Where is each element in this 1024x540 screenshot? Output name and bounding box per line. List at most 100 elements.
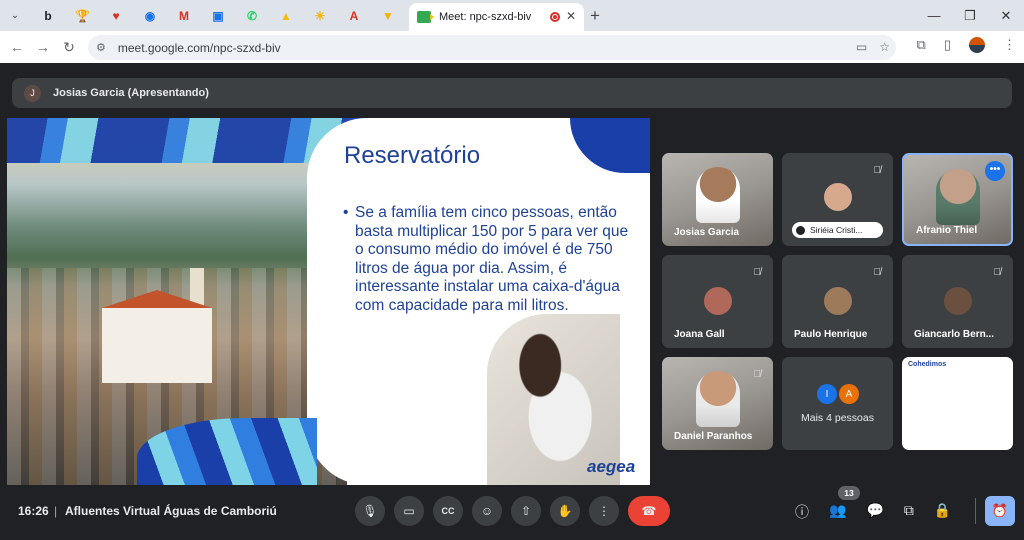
- slide-title: Reservatório: [344, 142, 481, 169]
- mic-off-icon: 🎙̸: [873, 165, 882, 176]
- pinned-tab[interactable]: ♥: [99, 0, 133, 31]
- pinned-tabs: b 🏆 ♥ ◉ M ▣ ✆ ▲ ☀ A ▼: [31, 0, 405, 31]
- more-options-button[interactable]: ⋮: [589, 496, 619, 526]
- participant-tile[interactable]: Cohedimos Alex Schwabe: [902, 357, 1013, 450]
- chat-icon[interactable]: 💬: [866, 502, 883, 522]
- participant-name: Paulo Henrique: [794, 329, 868, 340]
- mic-off-icon: 🎙̸: [993, 267, 1002, 278]
- microphone-button[interactable]: 🎙: [355, 496, 385, 526]
- menu-icon[interactable]: ⋮: [1003, 37, 1016, 53]
- bookmark-icon: ▼: [382, 8, 394, 23]
- close-tab-icon[interactable]: ✕: [566, 9, 576, 23]
- participant-name: Afranio Thiel: [916, 225, 978, 236]
- maximize-button[interactable]: ❐: [952, 0, 988, 31]
- extensions-icon[interactable]: ⧉: [917, 37, 926, 53]
- meeting-details-icon[interactable]: ⓘ: [795, 502, 809, 522]
- presenter-bar: J Josias Garcia (Apresentando): [12, 78, 1012, 108]
- pinned-tab[interactable]: M: [167, 0, 201, 31]
- more-vert-icon: ⋮: [598, 504, 610, 518]
- pinned-tab[interactable]: ✆: [235, 0, 269, 31]
- participant-count-badge: 13: [838, 486, 860, 500]
- audio-indicator-icon: [796, 225, 805, 235]
- window-controls: — ❐ ✕: [916, 0, 1024, 31]
- mic-off-icon: 🎙̸: [753, 267, 762, 278]
- bookmark-star-icon[interactable]: ☆: [879, 40, 890, 54]
- whatsapp-icon: ✆: [246, 8, 258, 23]
- camera-button[interactable]: ▭: [394, 496, 424, 526]
- meeting-name: Afluentes Virtual Águas de Camboriú: [65, 504, 277, 518]
- forward-button[interactable]: →: [30, 39, 56, 55]
- activities-icon[interactable]: ⧉: [904, 502, 914, 522]
- globe-icon: ◉: [144, 8, 156, 23]
- adobe-icon: A: [349, 8, 359, 23]
- reload-button[interactable]: ↻: [56, 39, 82, 56]
- participant-tile[interactable]: 🎙̸ Daniel Paranhos: [662, 357, 773, 450]
- profile-avatar[interactable]: [969, 37, 985, 53]
- captions-button[interactable]: CC: [433, 496, 463, 526]
- more-options-icon[interactable]: •••: [985, 161, 1005, 181]
- participant-video: [695, 167, 740, 223]
- pinned-tab[interactable]: ◉: [133, 0, 167, 31]
- pinned-tab[interactable]: b: [31, 0, 65, 31]
- new-tab-button[interactable]: +: [590, 6, 600, 26]
- heart-icon: ♥: [112, 8, 120, 23]
- aegea-logo: aegea: [587, 457, 636, 476]
- reactions-button[interactable]: ☺: [472, 496, 502, 526]
- host-controls-icon[interactable]: 🔒: [934, 502, 951, 522]
- divider: [975, 498, 976, 524]
- avatar: I: [817, 384, 837, 404]
- participant-name: Giancarlo Bern...: [914, 329, 995, 340]
- church: [102, 290, 212, 383]
- people-icon[interactable]: 👥: [829, 502, 846, 522]
- participant-tile[interactable]: 🎙̸ Siriéia Cristi...: [782, 153, 893, 246]
- participant-tile[interactable]: 🎙̸ Joana Gall: [662, 255, 773, 348]
- leave-call-button[interactable]: ☎: [628, 496, 670, 526]
- participant-tile[interactable]: 🎙̸ Giancarlo Bern...: [902, 255, 1013, 348]
- meeting-controls-bar: 16:26 | Afluentes Virtual Águas de Cambo…: [0, 486, 1024, 540]
- captions-icon: CC: [441, 506, 455, 516]
- meet-favicon-icon: [417, 11, 434, 23]
- emoji-icon: ☺: [480, 504, 494, 518]
- more-people-avatars: I A: [817, 384, 861, 404]
- avatar: A: [839, 384, 859, 404]
- tab-search-icon[interactable]: ⌄: [5, 6, 25, 26]
- pinned-tab[interactable]: ▲: [269, 0, 303, 31]
- pinned-tab[interactable]: 🏆: [65, 0, 99, 31]
- site-info-icon[interactable]: ⚙: [96, 41, 106, 54]
- pinned-tab[interactable]: ☀: [303, 0, 337, 31]
- avatar: [941, 285, 974, 317]
- participant-video: [695, 371, 740, 427]
- raise-hand-button[interactable]: ✋: [550, 496, 580, 526]
- participant-tile[interactable]: ••• Afranio Thiel: [902, 153, 1013, 246]
- trophy-icon: 🏆: [75, 8, 90, 23]
- M-icon: M: [179, 8, 189, 23]
- back-button[interactable]: ←: [4, 39, 30, 55]
- address-bar[interactable]: ⚙ meet.google.com/npc-szxd-biv ▭ ☆: [88, 35, 896, 60]
- avatar: [701, 285, 734, 317]
- participant-tile[interactable]: 🎙̸ Paulo Henrique: [782, 255, 893, 348]
- sun-icon: ☀: [314, 8, 326, 23]
- minimize-button[interactable]: —: [916, 0, 952, 31]
- image-icon: ▣: [212, 8, 224, 23]
- close-window-button[interactable]: ✕: [988, 0, 1024, 31]
- background-banner: Cohedimos: [908, 361, 947, 368]
- present-button[interactable]: ⇧: [511, 496, 541, 526]
- tab-strip: ⌄ b 🏆 ♥ ◉ M ▣ ✆ ▲ ☀ A ▼ Meet: npc-szxd-biv ✕ + — ❐…: [0, 0, 1024, 31]
- side-controls: ⓘ 👥 💬 ⧉ 🔒: [795, 502, 951, 522]
- participant-name: Daniel Paranhos: [674, 431, 753, 442]
- timer-button[interactable]: ⏰: [985, 496, 1015, 526]
- camera-icon[interactable]: ▭: [856, 40, 867, 54]
- pinned-tab[interactable]: ▣: [201, 0, 235, 31]
- more-people-tile[interactable]: I A Mais 4 pessoas: [782, 357, 893, 450]
- tab-meet[interactable]: Meet: npc-szxd-biv ✕: [409, 3, 584, 31]
- participant-name: Siriéia Cristi...: [810, 225, 863, 235]
- side-panel-icon[interactable]: ▯: [944, 37, 951, 53]
- participant-tile[interactable]: Josias Garcia: [662, 153, 773, 246]
- mic-off-icon: 🎙̸: [873, 267, 882, 278]
- pinned-tab[interactable]: ▼: [371, 0, 405, 31]
- pinned-tab[interactable]: A: [337, 0, 371, 31]
- slide-body: Se a família tem cinco pessoas, então ba…: [343, 204, 639, 316]
- call-controls: 🎙 ▭ CC ☺ ⇧ ✋ ⋮ ☎: [355, 496, 670, 526]
- hang-up-icon: ☎: [641, 504, 657, 518]
- b-icon: b: [44, 8, 52, 23]
